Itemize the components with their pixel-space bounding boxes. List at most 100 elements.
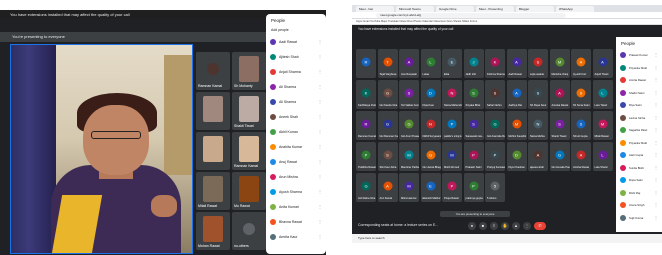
participant-row[interactable]: Lavina Sinha ⋮ <box>616 114 662 123</box>
participant-tile[interactable]: R Ramnan Kamal <box>356 111 376 140</box>
participant-tile[interactable]: Ramnan Kamal <box>196 52 230 90</box>
more-icon[interactable]: ⋮ <box>654 165 658 171</box>
participant-tile[interactable]: N Nikhil Suryavanshi <box>420 111 441 140</box>
participant-tile[interactable]: P Pratyuj Kamatwa <box>485 142 505 171</box>
participant-row[interactable]: Aneek Shah ⋮ <box>266 113 326 122</box>
mic-icon[interactable]: ⋮ <box>318 189 322 195</box>
participant-tile[interactable]: A Anjali Tiwari <box>592 49 613 78</box>
participant-tile[interactable]: 5 5 others <box>485 173 505 202</box>
participant-row[interactable]: Aadi Rawat ⋮ <box>266 38 326 47</box>
participant-row[interactable]: Arun Mishra ⋮ <box>266 173 326 182</box>
captions-icon[interactable]: ≡ <box>490 222 498 230</box>
participant-tile[interactable]: R <box>356 49 376 78</box>
participant-tile[interactable]: E Ekanshi Mathur <box>420 173 441 202</box>
mic-icon[interactable]: ⋮ <box>318 144 322 150</box>
raise-hand-icon[interactable]: ✋ <box>501 222 509 230</box>
participant-tile[interactable]: Mo Rawat <box>232 172 266 210</box>
participant-row[interactable]: Bhavna Rawat ⋮ <box>266 218 326 227</box>
participant-row[interactable]: Riya Saini ⋮ <box>616 101 662 110</box>
participant-tile[interactable]: A Anuska Rawat <box>549 80 570 109</box>
mic-icon[interactable]: ⋮ <box>318 174 322 180</box>
participant-tile[interactable]: L Lataa <box>420 49 441 78</box>
participant-tile[interactable]: M Mitali Rawat <box>592 111 613 140</box>
more-icon[interactable]: ⋮ <box>654 127 658 133</box>
more-icon[interactable]: ⋮ <box>654 152 658 158</box>
mic-icon[interactable]: ⋮ <box>318 159 322 165</box>
main-speaker-video[interactable] <box>10 44 193 254</box>
participant-row[interactable]: Aarti Gupta ⋮ <box>616 151 662 160</box>
participant-tile[interactable]: P Prakash Saini <box>463 142 484 171</box>
participant-tile[interactable]: Ppaddu's sriraj k... <box>442 111 462 140</box>
mic-icon[interactable]: ⋮ <box>318 54 322 60</box>
participant-row[interactable]: Priyanka Shah ⋮ <box>616 64 662 73</box>
participant-row[interactable]: Ali Sharma ⋮ <box>266 83 326 92</box>
mic-icon[interactable]: ⋮ <box>318 114 322 120</box>
mic-icon[interactable]: ⋮ <box>318 219 322 225</box>
participant-tile[interactable]: J Jadh shit <box>463 49 484 78</box>
participant-tile[interactable]: S SHi Kaur Asha <box>377 142 398 171</box>
more-icon[interactable]: ⋮ <box>654 102 658 108</box>
participant-row[interactable]: Sujit Kumar ⋮ <box>616 214 662 223</box>
participant-row[interactable]: Sagarika Patel ⋮ <box>616 126 662 135</box>
participant-tile[interactable]: S Shruti Gupta <box>571 111 591 140</box>
participant-tile[interactable]: D Dipa Kaur <box>420 80 441 109</box>
participant-row[interactable]: Sunita Bisht ⋮ <box>616 164 662 173</box>
present-icon[interactable]: ▲ <box>512 222 520 230</box>
participant-tile[interactable]: S SH Vakkar Avin <box>399 80 419 109</box>
participant-row[interactable]: Shalini Saini ⋮ <box>616 89 662 98</box>
more-icon[interactable]: ⋮ <box>654 190 658 196</box>
mic-icon[interactable]: ⋮ <box>318 84 322 90</box>
participant-tile[interactable]: A Anisha Rawat <box>571 142 591 171</box>
participant-tile[interactable]: Ssujta asahar <box>528 49 548 78</box>
participant-tile[interactable]: A Aadi Rawat <box>506 49 527 78</box>
camera-icon[interactable]: ■ <box>479 222 487 230</box>
participant-tile[interactable]: N Naina Mehta <box>528 111 548 140</box>
participant-row[interactable]: Ajitesh Shah ⋮ <box>266 53 326 62</box>
participant-tile[interactable]: M Mohini Kaushik <box>506 111 527 140</box>
participant-tile[interactable]: Ppratimya gupta <box>463 173 484 202</box>
participant-tile[interactable]: A Arvi Kamal <box>377 173 398 202</box>
more-icon[interactable]: ⋮ <box>654 177 658 183</box>
participant-row[interactable]: Anuj Rawat ⋮ <box>266 158 326 167</box>
participant-row[interactable]: Amrita Kaur ⋮ <box>266 233 326 242</box>
participant-tile[interactable]: N Naina Mahendra <box>442 80 462 109</box>
more-icon[interactable]: ⋮ <box>654 115 658 121</box>
participant-tile[interactable]: S Sh Sona Saini <box>571 80 591 109</box>
participant-tile[interactable]: E Ekta <box>442 49 462 78</box>
participant-tile[interactable]: G GH Kaurla Gha <box>377 80 398 109</box>
participant-row[interactable]: Amrita Rawat ⋮ <box>616 76 662 85</box>
more-icon[interactable]: ⋮ <box>654 90 658 96</box>
participant-tile[interactable]: G GH Ramnan Kaur <box>377 111 398 140</box>
url-field[interactable]: meet.google.com/xyz-abcd-efg <box>376 13 566 18</box>
participant-row[interactable]: Akhil Kumar ⋮ <box>266 128 326 137</box>
mic-icon[interactable]: ⋮ <box>318 39 322 45</box>
mic-icon[interactable]: ⋮ <box>318 234 322 240</box>
participant-tile[interactable]: no-others <box>232 212 266 250</box>
participant-tile[interactable] <box>196 92 230 130</box>
mic-icon[interactable]: ● <box>468 222 476 230</box>
mic-icon[interactable]: ⋮ <box>318 129 322 135</box>
participant-tile[interactable] <box>196 132 230 170</box>
participant-row[interactable]: Rishi Raj ⋮ <box>616 189 662 198</box>
participant-tile[interactable]: S Sriyaka Bhat <box>463 80 484 109</box>
participant-tile[interactable]: G GH Ratna Gha <box>356 173 376 202</box>
participant-tile[interactable]: Mohan Rawat <box>196 212 230 250</box>
participant-tile[interactable]: A Aadhya Rai <box>506 80 527 109</box>
participant-tile[interactable]: M Manohar Pathak <box>399 142 419 171</box>
participant-tile[interactable]: K Karthikeya Dutta <box>356 80 376 109</box>
participant-tile[interactable]: K Krishna Sharma <box>485 49 505 78</box>
participant-row[interactable]: Ali Sharma ⋮ <box>266 98 326 107</box>
more-icon[interactable]: ⋮ <box>654 140 658 146</box>
participant-tile[interactable]: Shakti Tiwari <box>232 92 266 130</box>
participant-row[interactable]: Anjali Sharma ⋮ <box>266 68 326 77</box>
more-options-icon[interactable]: ⋮ <box>523 222 531 230</box>
participant-tile[interactable]: G GH Anuska Paul <box>549 142 570 171</box>
participant-row[interactable]: Rupa Saini ⋮ <box>616 176 662 185</box>
participant-tile[interactable]: A Ayushi Kurt <box>571 49 591 78</box>
more-icon[interactable]: ⋮ <box>654 65 658 71</box>
participant-tile[interactable]: A Ana Roopaati <box>399 49 419 78</box>
participant-tile[interactable]: M Mohit Ahmed <box>442 142 462 171</box>
participant-row[interactable]: Anita Kumari ⋮ <box>266 203 326 212</box>
more-icon[interactable]: ⋮ <box>654 215 658 221</box>
participant-tile[interactable]: G GH Arun Prasad <box>399 111 419 140</box>
